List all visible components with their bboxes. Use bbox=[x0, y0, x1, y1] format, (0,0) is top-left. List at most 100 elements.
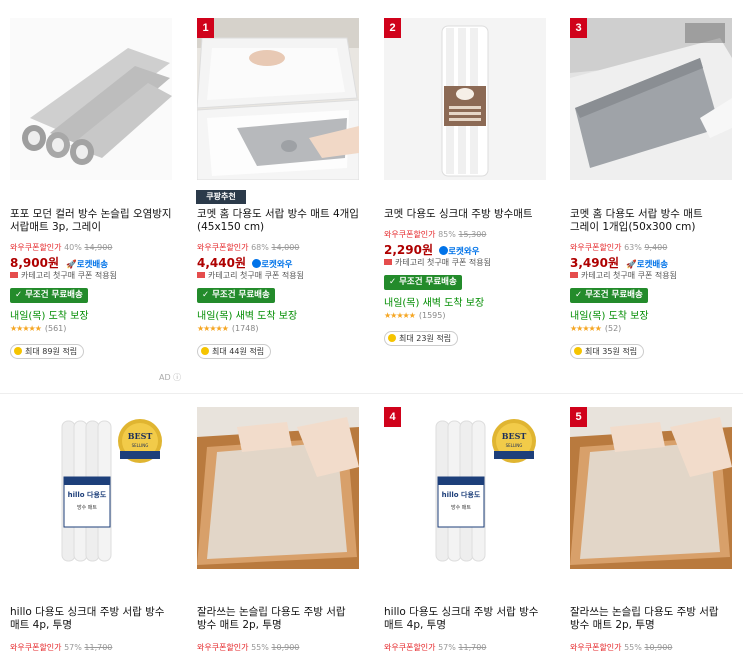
coin-icon bbox=[388, 334, 396, 342]
flag-icon bbox=[10, 272, 18, 278]
coupang-recommend-badge: 쿠팡추천 bbox=[196, 190, 246, 204]
review-count: (1748) bbox=[231, 324, 259, 333]
ad-label[interactable]: AD ⓘ bbox=[159, 372, 181, 383]
discount-label: 와우쿠폰할인가 bbox=[10, 243, 62, 252]
discount-label: 와우쿠폰할인가 bbox=[197, 243, 249, 252]
product-title[interactable]: 코멧 다용도 싱크대 주방 방수매트 bbox=[384, 208, 546, 221]
points-badge: 최대 35원 적립 bbox=[570, 344, 645, 359]
discount-line: 와우쿠폰할인가 85% 15,300 bbox=[384, 229, 486, 240]
rank-badge: 5 bbox=[570, 407, 587, 427]
mat-roll-package-image bbox=[384, 18, 546, 180]
rank-badge: 4 bbox=[384, 407, 401, 427]
svg-text:SELLING: SELLING bbox=[132, 443, 149, 448]
product-image[interactable]: 2 bbox=[384, 18, 546, 180]
free-shipping-badge: ✓ 무조건 무료배송 bbox=[10, 288, 88, 303]
hillo-rolls-image: hillo 다용도 방수 매트 BEST SELLING bbox=[384, 407, 546, 569]
coupon-applied: 카테고리 첫구매 쿠폰 적용됨 bbox=[10, 270, 117, 281]
product-image[interactable]: hillo 다용도 방수 매트 BEST SELLING 4 bbox=[384, 407, 546, 569]
discount-label: 와우쿠폰할인가 bbox=[570, 243, 622, 252]
sale-price: 2,290원 bbox=[384, 243, 433, 257]
flag-icon bbox=[197, 272, 205, 278]
price-line: 3,490원 🚀로켓배송 bbox=[570, 254, 668, 271]
star-rating-icon: ★★★★★ bbox=[10, 324, 42, 333]
gray-mat-rolls-image bbox=[10, 18, 172, 180]
coupon-applied: 카테고리 첫구매 쿠폰 적용됨 bbox=[197, 270, 304, 281]
price-line: 2,290원 로켓와우 bbox=[384, 241, 479, 258]
points-badge: 최대 23원 적립 bbox=[384, 331, 459, 346]
product-title[interactable]: hillo 다용도 싱크대 주방 서랍 방수 매트 4p, 투명 bbox=[384, 606, 546, 632]
original-price: 14,000 bbox=[271, 243, 300, 252]
star-rating-icon: ★★★★★ bbox=[384, 311, 416, 320]
discount-rate: 85% bbox=[438, 230, 456, 239]
discount-rate: 68% bbox=[251, 243, 269, 252]
svg-text:방수 매트: 방수 매트 bbox=[77, 504, 97, 511]
discount-rate: 40% bbox=[64, 243, 82, 252]
original-price: 15,300 bbox=[458, 230, 487, 239]
coin-icon bbox=[574, 347, 582, 355]
rating: ★★★★★ (1595) bbox=[384, 311, 445, 320]
product-title[interactable]: 포포 모던 컬러 방수 논슬립 오염방지 서랍매트 3p, 그레이 bbox=[10, 208, 172, 234]
hillo-rolls-image: hillo 다용도 방수 매트 BEST SELLING bbox=[10, 407, 172, 569]
free-shipping-badge: ✓ 무조건 무료배송 bbox=[197, 288, 275, 303]
product-image[interactable]: 3 bbox=[570, 18, 732, 180]
svg-text:BEST: BEST bbox=[502, 431, 527, 441]
star-rating-icon: ★★★★★ bbox=[197, 324, 229, 333]
product-image[interactable] bbox=[10, 18, 172, 180]
coupon-applied: 카테고리 첫구매 쿠폰 적용됨 bbox=[570, 270, 677, 281]
points-badge: 최대 44원 적립 bbox=[197, 344, 272, 359]
price-line: 4,440원 로켓와우 bbox=[197, 254, 292, 271]
flag-icon bbox=[570, 272, 578, 278]
sale-price: 3,490원 bbox=[570, 256, 619, 270]
arrival-guarantee: 내일(목) 새벽 도착 보장 bbox=[384, 298, 485, 309]
rank-badge: 3 bbox=[570, 18, 587, 38]
product-image[interactable]: 1 bbox=[197, 18, 359, 180]
product-title[interactable]: 코멧 홈 다용도 서랍 방수 매트 4개입 (45x150 cm) bbox=[197, 208, 359, 234]
rating: ★★★★★ (561) bbox=[10, 324, 66, 333]
rocket-wow-badge: 로켓와우 bbox=[439, 246, 479, 257]
price-line: 8,900원 🚀로켓배송 bbox=[10, 254, 108, 271]
points-badge: 최대 89원 적립 bbox=[10, 344, 85, 359]
arrival-guarantee: 내일(목) 도착 보장 bbox=[570, 311, 649, 322]
product-image[interactable]: 5 bbox=[570, 407, 732, 569]
row-divider bbox=[0, 393, 743, 394]
clear-drawer-mat-image bbox=[570, 407, 732, 569]
free-shipping-badge: ✓ 무조건 무료배송 bbox=[384, 275, 462, 290]
product-title[interactable]: hillo 다용도 싱크대 주방 서랍 방수 매트 4p, 투명 bbox=[10, 606, 172, 632]
sale-price: 8,900원 bbox=[10, 256, 59, 270]
review-count: (561) bbox=[44, 324, 67, 333]
discount-line: 와우쿠폰할인가 40% 14,900 bbox=[10, 242, 112, 253]
svg-text:BEST: BEST bbox=[128, 431, 153, 441]
flag-icon bbox=[384, 259, 392, 265]
svg-text:hillo 다용도: hillo 다용도 bbox=[442, 490, 481, 499]
original-price: 9,400 bbox=[644, 243, 668, 252]
coin-icon bbox=[201, 347, 209, 355]
drawer-mat-image bbox=[197, 18, 359, 180]
rocket-delivery-badge: 🚀로켓배송 bbox=[626, 260, 669, 270]
coin-icon bbox=[14, 347, 22, 355]
svg-text:hillo 다용도: hillo 다용도 bbox=[68, 490, 107, 499]
rocket-wow-badge: 로켓와우 bbox=[252, 259, 292, 270]
discount-rate: 63% bbox=[624, 243, 642, 252]
review-count: (1595) bbox=[418, 311, 446, 320]
review-count: (52) bbox=[604, 324, 622, 333]
product-image[interactable]: hillo 다용도 방수 매트 BEST SELLING bbox=[10, 407, 172, 569]
arrival-guarantee: 내일(목) 도착 보장 bbox=[10, 311, 89, 322]
product-image[interactable] bbox=[197, 407, 359, 569]
clear-drawer-mat-image bbox=[197, 407, 359, 569]
product-title[interactable]: 잘라쓰는 논슬립 다용도 주방 서랍 방수 매트 2p, 투명 bbox=[570, 606, 732, 632]
rank-badge: 1 bbox=[197, 18, 214, 38]
coupon-applied: 카테고리 첫구매 쿠폰 적용됨 bbox=[384, 257, 491, 268]
original-price: 14,900 bbox=[84, 243, 113, 252]
rocket-wow-icon bbox=[439, 246, 449, 255]
gray-drawer-mat-image bbox=[570, 18, 732, 180]
svg-text:SELLING: SELLING bbox=[506, 443, 523, 448]
product-title[interactable]: 잘라쓰는 논슬립 다용도 주방 서랍 방수 매트 2p, 투명 bbox=[197, 606, 359, 632]
rocket-delivery-badge: 🚀로켓배송 bbox=[66, 260, 109, 270]
sale-price: 4,440원 bbox=[197, 256, 246, 270]
rating: ★★★★★ (52) bbox=[570, 324, 621, 333]
discount-line: 와우쿠폰할인가 63% 9,400 bbox=[570, 242, 667, 253]
product-title[interactable]: 코멧 홈 다용도 서랍 방수 매트 그레이 1개입(50x300 cm) bbox=[570, 208, 732, 234]
discount-line: 와우쿠폰할인가 68% 14,000 bbox=[197, 242, 299, 253]
discount-label: 와우쿠폰할인가 bbox=[384, 230, 436, 239]
arrival-guarantee: 내일(목) 새벽 도착 보장 bbox=[197, 311, 298, 322]
